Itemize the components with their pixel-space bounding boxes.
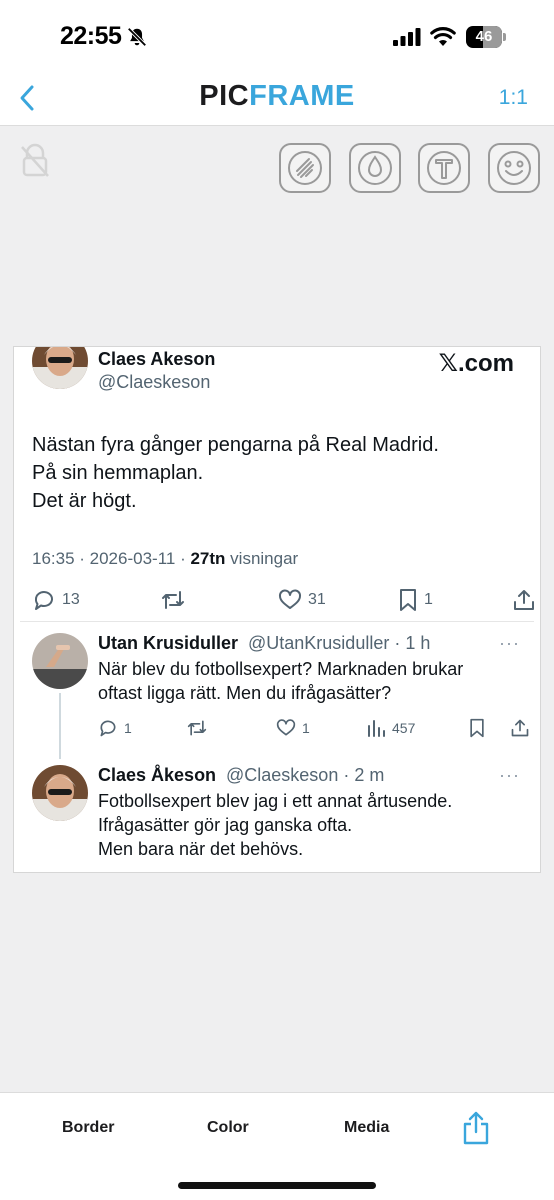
color-tab[interactable]: Color <box>207 1119 249 1137</box>
tweet-text: Nästan fyra gånger pengarna på Real Madr… <box>32 431 439 515</box>
reply-reply-button[interactable]: 1 <box>98 715 132 741</box>
reply-like-count: 1 <box>302 720 310 736</box>
reply-views-count: 457 <box>392 720 416 736</box>
analytics-icon <box>368 720 385 737</box>
wifi-icon <box>430 27 456 46</box>
reply-views-button[interactable]: 457 <box>366 715 415 741</box>
aspect-ratio-button[interactable]: 1:1 <box>499 86 528 110</box>
reply-text: När blev du fotbollsexpert? Marknaden br… <box>98 657 463 705</box>
reply-reply-count: 1 <box>124 720 132 736</box>
reply-line: oftast ligga rätt. Men du ifrågasätter? <box>98 683 392 703</box>
sticker-tool-button[interactable] <box>488 143 540 193</box>
share-icon <box>514 590 534 610</box>
like-button[interactable]: 31 <box>278 587 326 613</box>
reply-actions: 1 1 457 <box>98 715 529 738</box>
bookmark-icon <box>400 589 416 611</box>
app-header: PICFRAME 1:1 <box>0 72 554 126</box>
thread-line <box>59 693 61 759</box>
reply-avatar <box>32 633 88 689</box>
battery-indicator: 46 <box>466 26 506 48</box>
reply-retweet-button[interactable] <box>186 715 208 741</box>
bookmark-button[interactable]: 1 <box>398 587 433 613</box>
tweet-line: Nästan fyra gånger pengarna på Real Madr… <box>32 434 439 456</box>
comment-icon <box>100 720 116 737</box>
reply-line: När blev du fotbollsexpert? Marknaden br… <box>98 659 464 679</box>
reply-line: Men bara när det behövs. <box>98 839 304 859</box>
app-title-part1: PIC <box>199 80 250 112</box>
more-options-icon[interactable]: ··· <box>499 765 520 786</box>
reply-like-button[interactable]: 1 <box>276 715 310 741</box>
reply2-author-name: Claes Åkeson <box>98 765 217 785</box>
retweet-icon <box>187 720 207 736</box>
tweet-meta: 16:35 · 2026-03-11 · 27tn visningar <box>32 549 298 569</box>
views-count: 27tn <box>190 549 226 568</box>
tweet-card[interactable]: Claes Akeson @Claeskeson 𝕏.com Nästan fy… <box>13 346 541 873</box>
reply-count: 13 <box>62 591 80 608</box>
retweet-icon <box>162 591 184 609</box>
text-icon <box>427 151 461 185</box>
reply-line: Fotbollsexpert blev jag i ett annat årtu… <box>98 791 453 811</box>
border-tab[interactable]: Border <box>62 1119 114 1137</box>
divider <box>20 621 534 622</box>
bell-off-icon <box>127 27 147 47</box>
reply-author-handle: @UtanKrusiduller · 1 h <box>248 633 431 653</box>
text-tool-button[interactable] <box>418 143 470 193</box>
cellular-signal-icon <box>393 28 421 46</box>
media-tab[interactable]: Media <box>344 1119 389 1137</box>
more-options-icon[interactable]: ··· <box>499 633 520 654</box>
like-count: 31 <box>308 591 326 608</box>
source-logo: 𝕏.com <box>438 350 514 377</box>
author-handle: @Claeskeson <box>98 372 211 392</box>
views-label: visningar <box>225 549 299 568</box>
smiley-icon <box>497 151 531 185</box>
draw-tool-button[interactable] <box>279 143 331 193</box>
drop-icon <box>358 151 392 185</box>
color-tool-button[interactable] <box>349 143 401 193</box>
home-indicator[interactable] <box>178 1182 376 1189</box>
retweet-button[interactable] <box>160 587 186 613</box>
reply2-text: Fotbollsexpert blev jag i ett annat årtu… <box>98 789 452 861</box>
tweet-line: Det är högt. <box>32 490 137 512</box>
share-icon <box>511 719 529 737</box>
reply-line: Ifrågasätter gör jag ganska ofta. <box>98 815 353 835</box>
bookmark-icon <box>470 718 484 738</box>
app-title-part2: FRAME <box>249 80 355 112</box>
reply-button[interactable]: 13 <box>32 587 80 613</box>
hide-icon[interactable] <box>18 143 52 179</box>
heart-icon <box>279 589 301 609</box>
share-export-icon[interactable] <box>461 1111 491 1145</box>
tweet-actions: 13 31 1 <box>32 587 534 613</box>
status-bar: 22:55 46 <box>0 0 554 72</box>
battery-level-text: 46 <box>475 28 493 45</box>
reply-share-button[interactable] <box>510 715 530 741</box>
status-time: 22:55 <box>60 22 122 50</box>
tweet-line: På sin hemmaplan. <box>32 462 204 484</box>
reply-bookmark-button[interactable] <box>468 715 486 741</box>
reply-author-name: Utan Krusiduller <box>98 633 239 653</box>
comment-icon <box>34 591 53 610</box>
share-tweet-button[interactable] <box>512 587 536 613</box>
tweet-timestamp: 16:35 · 2026-03-11 · <box>32 549 191 568</box>
reply2-avatar <box>32 765 88 821</box>
author-name: Claes Akeson <box>98 349 216 369</box>
reply2-author-handle: @Claeskeson · 2 m <box>226 765 385 785</box>
author-avatar <box>32 347 88 389</box>
bookmark-count: 1 <box>424 591 433 608</box>
app-title: PICFRAME <box>0 80 554 113</box>
draw-icon <box>288 151 322 185</box>
heart-icon <box>276 719 296 736</box>
